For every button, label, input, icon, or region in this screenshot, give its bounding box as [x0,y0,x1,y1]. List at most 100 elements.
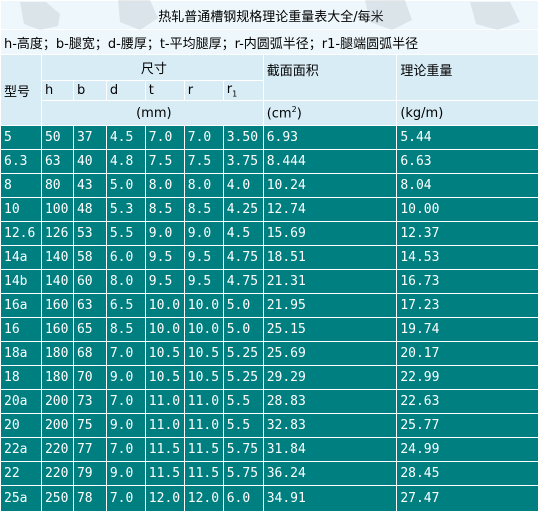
cell-model: 14b [0,269,42,294]
cell-model: 12.6 [0,221,42,246]
cell-r: 10.0 [183,317,224,342]
cell-weight: 16.73 [396,269,539,294]
cell-r: 11.5 [183,461,224,486]
cell-weight: 28.45 [396,461,539,486]
cell-d: 8.5 [105,317,146,342]
cell-r1: 3.50 [222,125,264,150]
cell-r: 9.5 [183,269,224,294]
cell-model: 18 [0,365,42,390]
cell-weight: 6.63 [396,149,539,174]
cell-d: 5.3 [105,197,146,222]
cell-r: 8.5 [183,197,224,222]
cell-h: 160 [40,317,74,342]
cell-weight: 12.37 [396,221,539,246]
table-row: 14a 140 58 6.0 9.5 9.5 4.75 18.51 14.53 [0,245,539,270]
cell-t: 9.0 [144,221,185,246]
cell-t: 7.0 [144,125,185,150]
cell-r1: 4.75 [222,269,264,294]
cell-model: 25a [0,485,42,512]
cell-d: 7.0 [105,437,146,462]
cell-area: 31.84 [262,437,398,462]
cell-r1: 4.25 [222,197,264,222]
cell-area: 15.69 [262,221,398,246]
cell-b: 73 [72,389,107,414]
table-row: 20a 200 73 7.0 11.0 11.0 5.5 28.83 22.63 [0,389,539,414]
cell-area: 29.29 [262,365,398,390]
cell-model: 22a [0,437,42,462]
cell-model: 16a [0,293,42,318]
cell-model: 18a [0,341,42,366]
col-r1-header: r1 [222,80,264,101]
cell-h: 200 [40,413,74,438]
cell-d: 4.5 [105,125,146,150]
cell-b: 40 [72,149,107,174]
cell-r: 9.5 [183,245,224,270]
cell-r: 7.5 [183,149,224,174]
cell-b: 65 [72,317,107,342]
cell-weight: 27.47 [396,485,539,512]
cell-model: 5 [0,125,42,150]
cell-weight: 5.44 [396,125,539,150]
cell-d: 7.0 [105,389,146,414]
cell-weight: 20.17 [396,341,539,366]
cell-r1: 5.25 [222,365,264,390]
cell-d: 9.0 [105,461,146,486]
cell-r: 8.0 [183,173,224,198]
cell-model: 20 [0,413,42,438]
cell-d: 8.0 [105,269,146,294]
cell-r1: 5.0 [222,293,264,318]
cell-t: 10.5 [144,365,185,390]
cell-area: 21.31 [262,269,398,294]
cell-weight: 25.77 [396,413,539,438]
cell-b: 68 [72,341,107,366]
cell-t: 11.5 [144,461,185,486]
cell-h: 63 [40,149,74,174]
area-unit-close: ) [296,106,302,122]
table-row: 20 200 75 9.0 11.0 11.0 5.5 32.83 25.77 [0,413,539,438]
cell-h: 126 [40,221,74,246]
cell-area: 25.69 [262,341,398,366]
cell-r: 11.0 [183,413,224,438]
cell-r: 7.0 [183,125,224,150]
area-header: 截面面积 [262,54,398,101]
cell-r1: 5.5 [222,413,264,438]
cell-r1: 4.5 [222,221,264,246]
cell-model: 8 [0,173,42,198]
cell-b: 63 [72,293,107,318]
cell-r: 9.0 [183,221,224,246]
cell-area: 8.444 [262,149,398,174]
area-unit-open: (cm [266,106,292,122]
cell-b: 53 [72,221,107,246]
cell-r: 11.0 [183,389,224,414]
size-unit: (mm) [40,100,264,126]
cell-area: 28.83 [262,389,398,414]
cell-b: 79 [72,461,107,486]
cell-h: 220 [40,437,74,462]
cell-b: 70 [72,365,107,390]
cell-h: 220 [40,461,74,486]
cell-t: 10.0 [144,317,185,342]
cell-t: 10.0 [144,293,185,318]
col-r-header: r [183,80,224,101]
size-header: 尺寸 [40,54,264,81]
cell-weight: 19.74 [396,317,539,342]
cell-model: 6.3 [0,149,42,174]
area-unit: (cm2) [262,100,398,126]
cell-r1: 3.75 [222,149,264,174]
table-row: 16 160 65 8.5 10.0 10.0 5.0 25.15 19.74 [0,317,539,342]
cell-b: 78 [72,485,107,512]
cell-area: 18.51 [262,245,398,270]
cell-t: 9.5 [144,269,185,294]
cell-r: 10.0 [183,293,224,318]
legend-text: h-高度；b-腿宽；d-腰厚；t-平均腿厚；r-内圆弧半径；r1-腿端圆弧半径 [0,29,539,55]
cell-r1: 5.75 [222,461,264,486]
cell-d: 9.0 [105,365,146,390]
cell-t: 8.0 [144,173,185,198]
table-row: 14b 140 60 8.0 9.5 9.5 4.75 21.31 16.73 [0,269,539,294]
cell-area: 6.93 [262,125,398,150]
cell-t: 7.5 [144,149,185,174]
cell-d: 5.0 [105,173,146,198]
table-row: 16a 160 63 6.5 10.0 10.0 5.0 21.95 17.23 [0,293,539,318]
cell-model: 10 [0,197,42,222]
cell-weight: 17.23 [396,293,539,318]
